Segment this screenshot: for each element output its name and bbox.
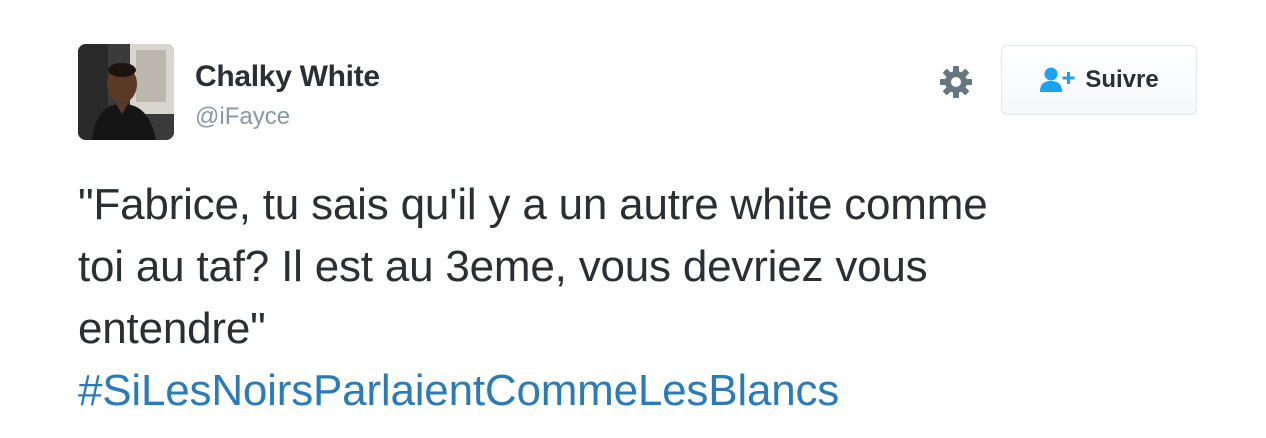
tweet-card: Chalky White @iFayce Suivre "Fabrice, tu… [0, 0, 1266, 438]
author-handle[interactable]: @iFayce [195, 103, 290, 131]
tweet-text-line: "Fabrice, tu sais qu'il y a un autre whi… [78, 180, 988, 229]
follow-button-label: Suivre [1085, 66, 1159, 93]
tweet-text-line: entendre" [78, 304, 266, 353]
author-name[interactable]: Chalky White [195, 60, 380, 94]
person-plus-icon [1040, 67, 1075, 92]
follow-button[interactable]: Suivre [1001, 45, 1197, 115]
tweet-text-line: toi au taf? Il est au 3eme, vous devriez… [78, 242, 928, 291]
hashtag-link[interactable]: #SiLesNoirsParlaientCommeLesBlancs [78, 360, 1218, 422]
avatar[interactable] [78, 44, 174, 140]
avatar-image [78, 44, 174, 140]
gear-icon[interactable] [938, 64, 974, 100]
tweet-text: "Fabrice, tu sais qu'il y a un autre whi… [78, 174, 1218, 422]
